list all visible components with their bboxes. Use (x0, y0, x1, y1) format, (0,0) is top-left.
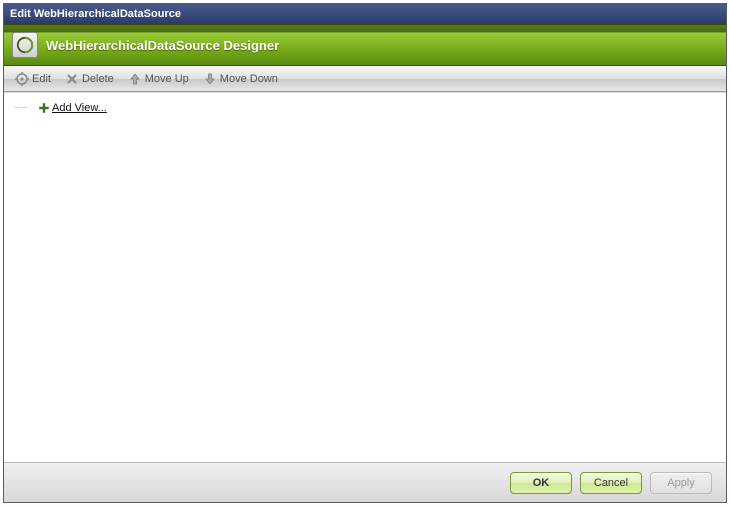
cancel-button[interactable]: Cancel (580, 472, 642, 494)
designer-header: WebHierarchicalDataSource Designer (4, 24, 726, 66)
delete-icon (65, 72, 79, 86)
tree-connector-icon: ┈┈ (14, 103, 36, 114)
gear-icon (15, 72, 29, 86)
ok-label: OK (533, 477, 550, 489)
plus-icon (38, 102, 50, 114)
dialog-title: Edit WebHierarchicalDataSource (10, 8, 181, 20)
move-up-label: Move Up (145, 73, 189, 85)
arrow-up-icon (128, 72, 142, 86)
move-up-button[interactable]: Move Up (123, 70, 194, 88)
tree-root-item: ┈┈ Add View... (14, 99, 716, 117)
apply-label: Apply (667, 477, 695, 489)
dialog-window: Edit WebHierarchicalDataSource WebHierar… (3, 3, 727, 503)
add-view-link[interactable]: Add View... (52, 102, 107, 114)
ok-button[interactable]: OK (510, 472, 572, 494)
datasource-icon (12, 32, 38, 58)
arrow-down-icon (203, 72, 217, 86)
dialog-button-bar: OK Cancel Apply (4, 462, 726, 502)
dialog-titlebar[interactable]: Edit WebHierarchicalDataSource (4, 4, 726, 24)
move-down-button[interactable]: Move Down (198, 70, 283, 88)
apply-button: Apply (650, 472, 712, 494)
tree-panel: ┈┈ Add View... (4, 92, 726, 462)
delete-label: Delete (82, 73, 114, 85)
move-down-label: Move Down (220, 73, 278, 85)
toolbar: Edit Delete Move Up Move Down (4, 66, 726, 92)
delete-button[interactable]: Delete (60, 70, 119, 88)
edit-label: Edit (32, 73, 51, 85)
cancel-label: Cancel (594, 477, 628, 489)
edit-button[interactable]: Edit (10, 70, 56, 88)
designer-title: WebHierarchicalDataSource Designer (46, 38, 279, 53)
